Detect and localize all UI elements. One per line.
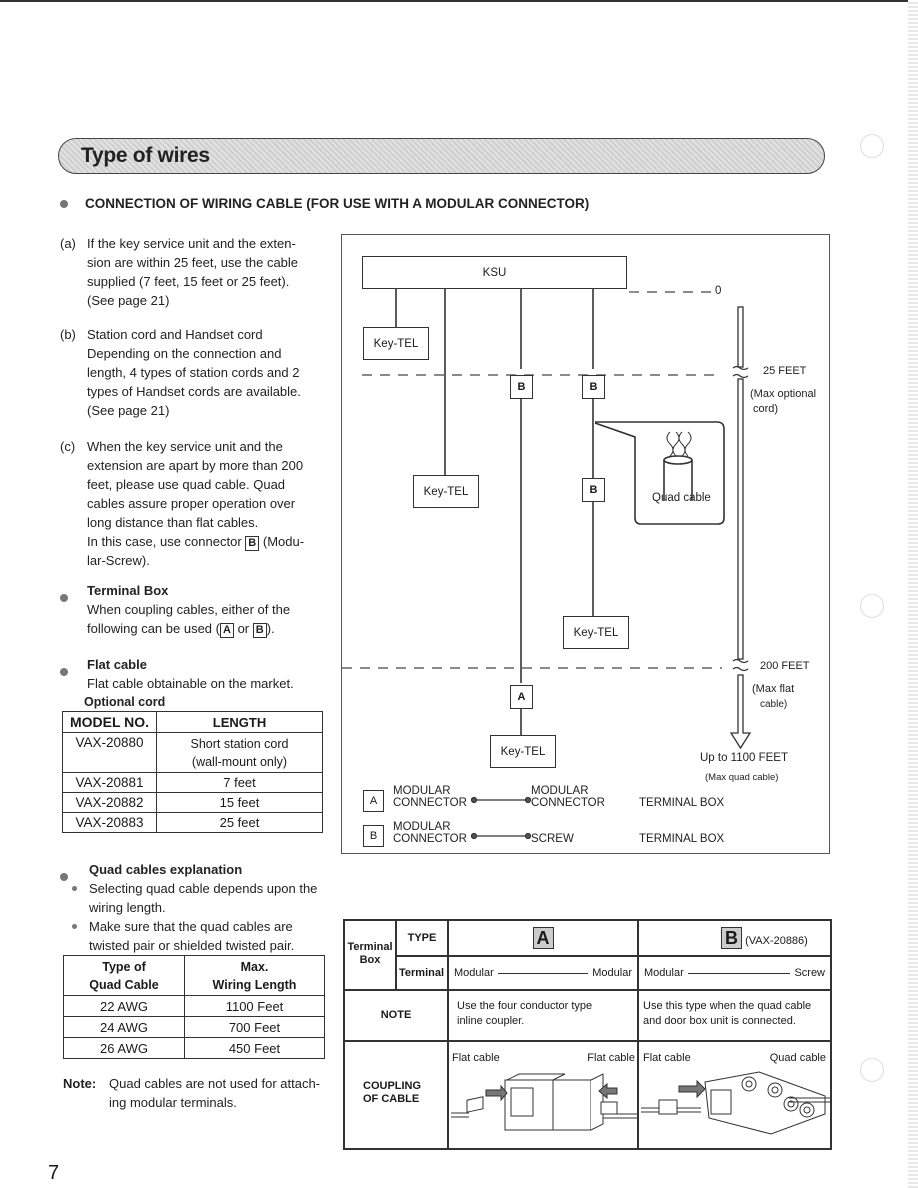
connector-a: A xyxy=(510,685,533,709)
terminal-box-table: Terminal Box TYPE Terminal A B (VAX-20886… xyxy=(343,919,832,1150)
legend-b-from: MODULAR CONNECTOR xyxy=(393,821,467,845)
top-rule xyxy=(0,0,918,2)
table-row: VAX-20880 Short station cord (wall-mount … xyxy=(62,732,323,773)
bullet-icon xyxy=(60,593,68,602)
binder-hole xyxy=(860,594,884,618)
connector-b: B xyxy=(582,375,605,399)
distance-arrow xyxy=(729,306,752,750)
quad-cable-label: Quad cable xyxy=(652,492,711,504)
table-row: 24 AWG 700 Feet xyxy=(63,1016,325,1038)
marker-0: 0 xyxy=(715,285,722,297)
marker-200: 200 FEET xyxy=(760,660,810,672)
table-row: VAX-20883 25 feet xyxy=(62,812,323,833)
marker-25-note: (Max optional cord) xyxy=(750,388,817,415)
bullet-icon xyxy=(72,924,77,929)
connector-b: B xyxy=(510,375,533,399)
table-row: 22 AWG 1100 Feet xyxy=(63,995,325,1017)
legend-b-to: SCREW xyxy=(531,833,574,845)
screw-terminal-icon xyxy=(641,1071,831,1135)
section-banner: Type of wires xyxy=(58,138,825,174)
table-row: VAX-20882 15 feet xyxy=(62,792,323,813)
table-row: 26 AWG 450 Feet xyxy=(63,1037,325,1059)
marker-25: 25 FEET xyxy=(763,365,807,377)
terminal-box-section: Terminal Box When coupling cables, eithe… xyxy=(60,581,322,638)
bullet-icon xyxy=(60,200,68,209)
flat-cable-section: Flat cable Flat cable obtainable on the … xyxy=(60,655,322,712)
coupling-a-cell: Flat cable Flat cable xyxy=(448,1041,638,1149)
optional-cord-table: MODEL NO. LENGTH VAX-20880 Short station… xyxy=(62,711,323,833)
item-b: (b) Station cord and Handset cord Depend… xyxy=(60,327,301,418)
section-heading: CONNECTION OF WIRING CABLE (FOR USE WITH… xyxy=(60,196,589,211)
binder-hole xyxy=(860,1058,884,1082)
inline-coupler-icon xyxy=(451,1073,637,1131)
legend-a-type: TERMINAL BOX xyxy=(639,797,725,809)
section-banner-title: Type of wires xyxy=(81,144,210,167)
marker-200-note: (Max flat cable) xyxy=(752,683,795,710)
item-a: (a) If the key service unit and the exte… xyxy=(60,236,299,308)
legend-box-a: A xyxy=(363,790,384,812)
legend-a-to: MODULAR CONNECTOR xyxy=(531,785,605,809)
key-tel-box: Key-TEL xyxy=(490,735,556,768)
key-tel-box: Key-TEL xyxy=(363,327,429,360)
page-edge xyxy=(908,0,918,1188)
key-tel-box: Key-TEL xyxy=(563,616,629,649)
bullet-icon xyxy=(72,886,77,891)
note: Note: Quad cables are not used for attac… xyxy=(63,1076,321,1110)
type-a-badge: A xyxy=(532,927,554,949)
page-number: 7 xyxy=(48,1162,60,1184)
binder-hole xyxy=(860,134,884,158)
legend-box-b: B xyxy=(363,825,384,847)
bullet-icon xyxy=(60,667,68,676)
marker-1100: Up to 1100 FEET xyxy=(700,752,788,764)
ksu-box: KSU xyxy=(362,256,627,289)
wiring-diagram: KSU Key-TEL Key-TEL Key-TEL Key-TEL B B … xyxy=(341,234,830,854)
legend-b-type: TERMINAL BOX xyxy=(639,833,725,845)
quad-cable-table: Type of Quad Cable Max. Wiring Length 22 A… xyxy=(63,955,325,1059)
marker-1100-note: (Max quad cable) xyxy=(705,772,779,783)
table-row: VAX-20881 7 feet xyxy=(62,772,323,793)
quad-explanation: Quad cables explanation Selecting quad c… xyxy=(60,860,326,955)
connector-b-badge: B xyxy=(252,623,267,638)
quad-cable-callout xyxy=(594,421,725,525)
connector-b: B xyxy=(582,478,605,502)
item-c: (c) When the key service unit and the ex… xyxy=(60,439,305,568)
key-tel-box: Key-TEL xyxy=(413,475,479,508)
bullet-icon xyxy=(60,872,68,881)
connector-a-badge: A xyxy=(219,623,234,638)
coupling-b-cell: Flat cable Quad cable xyxy=(638,1041,831,1149)
type-b-badge: B xyxy=(721,927,742,949)
legend-a-from: MODULAR CONNECTOR xyxy=(393,785,467,809)
connector-b-badge: B xyxy=(245,536,260,551)
